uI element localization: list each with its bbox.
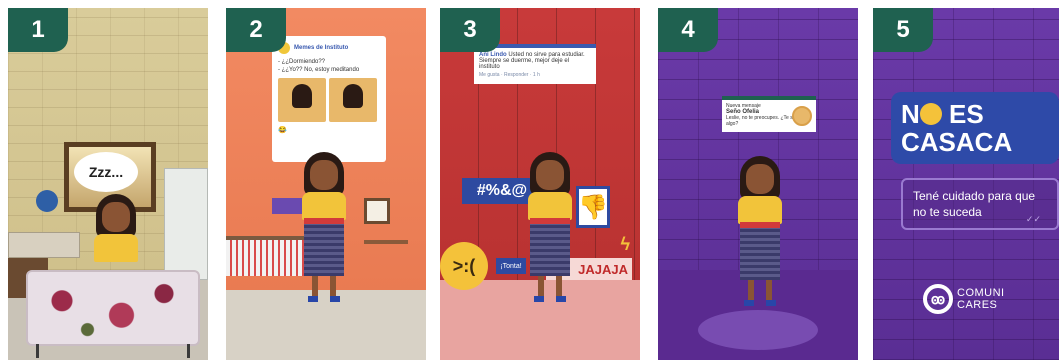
panel-number-badge: 1: [8, 8, 68, 52]
logo-text: CARES: [957, 299, 998, 311]
teacher-message: Nueva mensaje Seño Ofelia Leslie, no te …: [722, 96, 816, 132]
campaign-title: N ES CASACA: [891, 92, 1059, 164]
picture-frame: [364, 198, 390, 224]
kitchen-counter: [8, 232, 80, 258]
title-text: ES: [949, 99, 984, 129]
title-text: N: [901, 99, 920, 129]
panel-3: Ani Lindo Usted no sirve para estudiar. …: [440, 8, 640, 360]
post-footer: Me gusta · Responder · 1 h: [479, 72, 540, 78]
meme-image: [278, 78, 326, 122]
flowered-table: [26, 270, 200, 346]
logo-text: COMUNI: [957, 287, 1005, 299]
table-legs: [36, 344, 190, 358]
comunicares-logo: ꙭ COMUNI CARES: [923, 284, 1005, 314]
meme-line: - ¿¿Dormiendo??: [278, 59, 326, 65]
side-table: [364, 240, 408, 266]
laugh-emoji: 😂: [278, 127, 287, 134]
insult-tag: ¡Tonta!: [496, 258, 526, 274]
panel-number-badge: 4: [658, 8, 718, 52]
lightning-icon: ϟ: [620, 234, 630, 254]
meme-line: - ¿¿Yo?? No, estoy meditando: [278, 67, 360, 73]
angry-face-icon: >:(: [440, 242, 488, 290]
sad-face-icon: [919, 103, 942, 125]
panel-number-badge: 5: [873, 8, 933, 52]
meme-post: Memes de Instituto - ¿¿Dormiendo?? - ¿¿Y…: [272, 36, 386, 162]
wall-sign: [272, 198, 302, 214]
read-ticks-icon: ✓✓: [1025, 214, 1041, 224]
title-text: CASACA: [901, 127, 1013, 157]
logo-mark-icon: ꙭ: [923, 284, 953, 314]
panel-4: Nueva mensaje Seño Ofelia Leslie, no te …: [658, 8, 858, 360]
panel-5: N ES CASACA Tené cuidado para que no te …: [873, 8, 1059, 360]
panel-number-badge: 2: [226, 8, 286, 52]
meme-author: Memes de Instituto: [294, 45, 349, 51]
comic-strip: Zzz... 1 Memes de Instituto - ¿¿Dormiend…: [0, 0, 1063, 362]
panel-2: Memes de Instituto - ¿¿Dormiendo?? - ¿¿Y…: [226, 8, 426, 360]
panel-number-badge: 3: [440, 8, 500, 52]
meme-image: [329, 78, 377, 122]
fridge: [164, 168, 208, 280]
spotlight: [698, 310, 818, 350]
thumbs-down-icon: 👎: [576, 186, 610, 228]
sleep-bubble: Zzz...: [74, 152, 138, 192]
frying-pan: [36, 190, 58, 212]
teacher-avatar: [792, 106, 812, 126]
panel-1: Zzz... 1: [8, 8, 208, 360]
